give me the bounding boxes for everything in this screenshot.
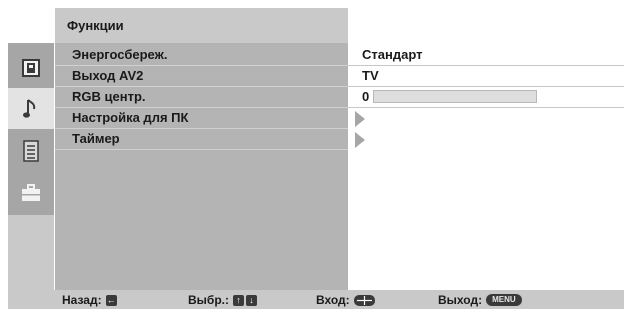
enter-key-icon <box>353 294 375 306</box>
footer-enter-label: Вход: <box>316 293 350 307</box>
menu-header: Функции <box>55 8 348 43</box>
menu-item-av2-output[interactable]: Выход AV2 <box>55 66 348 87</box>
value-pc-setup[interactable] <box>348 108 624 129</box>
menu-item-label: Таймер <box>72 131 120 146</box>
footer-back-label: Назад: <box>62 293 102 307</box>
down-arrow-key-icon: ↓ <box>246 294 257 306</box>
sidebar-item-picture[interactable] <box>8 47 54 88</box>
menu-item-label: Энергосбереж. <box>72 47 168 62</box>
sidebar-item-channels[interactable] <box>8 130 54 171</box>
sidebar-item-setup[interactable] <box>8 172 54 213</box>
value-rgb-center[interactable]: 0 <box>348 87 624 108</box>
footer-bar: Назад: ← Выбр.: ↑ ↓ Вход: Выход: MENU <box>8 290 624 309</box>
value-text: TV <box>362 68 379 83</box>
submenu-arrow-icon <box>355 111 365 127</box>
menu-item-timer[interactable]: Таймер <box>55 129 348 150</box>
footer-enter: Вход: <box>316 293 375 307</box>
footer-select: Выбр.: ↑ ↓ <box>188 293 257 307</box>
value-timer[interactable] <box>348 129 624 150</box>
menu-item-pc-setup[interactable]: Настройка для ПК <box>55 108 348 129</box>
footer-exit: Выход: MENU <box>438 293 522 307</box>
left-arrow-key-icon: ← <box>105 294 117 306</box>
menu-item-power-saving[interactable]: Энергосбереж. <box>55 45 348 66</box>
channel-list-icon <box>23 139 39 162</box>
footer-exit-label: Выход: <box>438 293 483 307</box>
rgb-center-slider[interactable] <box>373 90 537 103</box>
menu-key-icon: MENU <box>486 294 522 306</box>
page-title: Функции <box>67 18 124 33</box>
value-power-saving[interactable]: Стандарт <box>348 45 624 66</box>
value-text: 0 <box>362 89 370 104</box>
value-text: Стандарт <box>362 47 423 62</box>
up-arrow-key-icon: ↑ <box>233 294 244 306</box>
sidebar-item-sound[interactable] <box>8 88 54 129</box>
menu-item-rgb-center[interactable]: RGB центр. <box>55 87 348 108</box>
picture-icon <box>22 58 40 77</box>
footer-back: Назад: ← <box>62 293 117 307</box>
menu-item-label: RGB центр. <box>72 89 146 104</box>
submenu-arrow-icon <box>355 132 365 148</box>
sound-note-icon <box>23 98 36 118</box>
value-av2-output[interactable]: TV <box>348 66 624 87</box>
footer-select-label: Выбр.: <box>188 293 229 307</box>
toolbox-icon <box>22 183 40 201</box>
menu-item-label: Настройка для ПК <box>72 110 189 125</box>
menu-item-label: Выход AV2 <box>72 68 144 83</box>
